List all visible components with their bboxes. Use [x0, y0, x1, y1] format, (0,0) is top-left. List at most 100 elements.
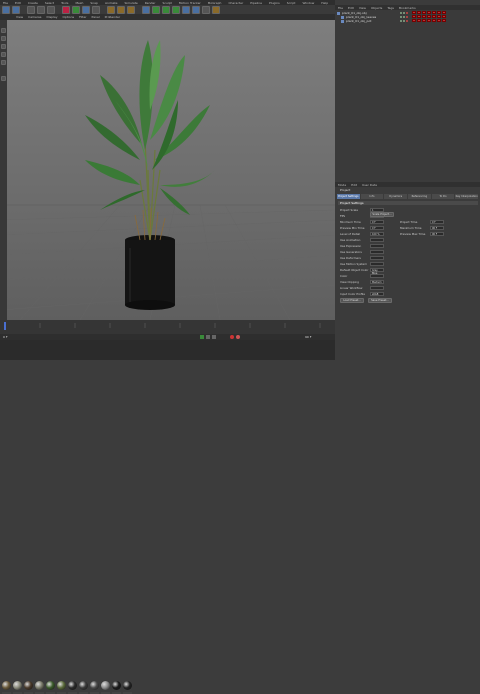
- menu-item[interactable]: Snap: [90, 1, 98, 5]
- attribute-field[interactable]: Medium: [370, 279, 384, 284]
- attribute-field[interactable]: 90 F: [430, 231, 444, 236]
- menu-item[interactable]: Window: [302, 1, 314, 5]
- tag-icon[interactable]: [412, 19, 416, 22]
- coordinate-system-icon[interactable]: [92, 5, 100, 14]
- viewport-menu-item[interactable]: View: [16, 15, 23, 19]
- attribute-field[interactable]: [370, 237, 384, 242]
- tag-icon[interactable]: [417, 11, 421, 14]
- render-picture-icon[interactable]: [117, 5, 125, 14]
- attribute-field[interactable]: [370, 261, 384, 266]
- attribute-tab[interactable]: Dynamics: [384, 194, 408, 199]
- object-manager-menu-item[interactable]: Objects: [371, 6, 382, 10]
- visibility-dot[interactable]: [403, 12, 405, 14]
- visibility-dot[interactable]: [406, 16, 408, 18]
- points-mode-icon[interactable]: [1, 44, 6, 49]
- tag-icon[interactable]: [417, 15, 421, 18]
- menu-item[interactable]: Help: [321, 1, 328, 5]
- tag-icon[interactable]: [422, 19, 426, 22]
- attribute-button[interactable]: Save Preset...: [368, 298, 392, 303]
- viewport-menu-item[interactable]: ProRender: [105, 15, 120, 19]
- cube-icon[interactable]: [142, 5, 150, 14]
- polygons-mode-icon[interactable]: [1, 60, 6, 65]
- tag-icon[interactable]: [442, 19, 446, 22]
- attribute-field[interactable]: 0 F: [370, 219, 384, 224]
- attribute-field[interactable]: 0 F: [430, 219, 444, 224]
- attribute-field[interactable]: [370, 255, 384, 260]
- move-icon[interactable]: [27, 5, 35, 14]
- attribute-field[interactable]: [370, 249, 384, 254]
- attribute-tab[interactable]: Referencing: [408, 194, 431, 199]
- menu-item[interactable]: Create: [28, 1, 38, 5]
- render-view-icon[interactable]: [107, 5, 115, 14]
- tag-icon[interactable]: [412, 11, 416, 14]
- menu-item[interactable]: Plugins: [269, 1, 280, 5]
- viewport-menu-item[interactable]: Filter: [79, 15, 86, 19]
- menu-item[interactable]: Edit: [15, 1, 21, 5]
- attribute-button[interactable]: Load Preset...: [340, 298, 364, 303]
- attribute-button[interactable]: Scale Project...: [370, 212, 394, 217]
- deformer-icon[interactable]: [182, 5, 190, 14]
- material-swatch[interactable]: [46, 681, 55, 690]
- nurbs-icon[interactable]: [162, 5, 170, 14]
- object-manager-menu-item[interactable]: Edit: [348, 6, 354, 10]
- play-icon[interactable]: [200, 335, 204, 339]
- redo-icon[interactable]: [12, 5, 20, 14]
- render-settings-icon[interactable]: [127, 5, 135, 14]
- material-swatch[interactable]: [79, 681, 88, 690]
- viewport-menu-item[interactable]: Panel: [92, 15, 100, 19]
- visibility-dot[interactable]: [406, 20, 408, 22]
- record-icon[interactable]: [230, 335, 234, 339]
- material-swatch[interactable]: [68, 681, 77, 690]
- menu-item[interactable]: File: [3, 1, 8, 5]
- menu-item[interactable]: Render: [145, 1, 156, 5]
- texture-mode-icon[interactable]: [1, 36, 6, 41]
- attribute-menu-item[interactable]: User Data: [362, 183, 377, 187]
- tag-icon[interactable]: [427, 11, 431, 14]
- tag-icon[interactable]: [437, 11, 441, 14]
- visibility-dot[interactable]: [400, 16, 402, 18]
- camera-icon[interactable]: [202, 5, 210, 14]
- tag-icon[interactable]: [442, 15, 446, 18]
- visibility-dot[interactable]: [403, 20, 405, 22]
- attribute-tab[interactable]: Info: [360, 194, 384, 199]
- visibility-dot[interactable]: [400, 12, 402, 14]
- menu-item[interactable]: Simulate: [125, 1, 138, 5]
- light-icon[interactable]: [212, 5, 220, 14]
- rotate-icon[interactable]: [47, 5, 55, 14]
- object-manager[interactable]: [335, 10, 480, 180]
- tag-icon[interactable]: [422, 11, 426, 14]
- material-swatch[interactable]: [24, 681, 33, 690]
- menu-item[interactable]: Pipeline: [250, 1, 262, 5]
- array-icon[interactable]: [172, 5, 180, 14]
- model-mode-icon[interactable]: [1, 28, 6, 33]
- attribute-field[interactable]: [370, 285, 384, 290]
- attribute-tab[interactable]: To Do: [431, 194, 455, 199]
- visibility-dot[interactable]: [406, 12, 408, 14]
- material-swatch[interactable]: [13, 681, 22, 690]
- menu-item[interactable]: Motion Tracker: [179, 1, 201, 5]
- edges-mode-icon[interactable]: [1, 52, 6, 57]
- attribute-field[interactable]: sRGB: [370, 291, 384, 296]
- attribute-field[interactable]: 90 F: [430, 225, 444, 230]
- attribute-tab[interactable]: Key Interpolation: [455, 194, 479, 199]
- next-frame-icon[interactable]: [206, 335, 210, 339]
- attribute-field[interactable]: [370, 243, 384, 248]
- material-swatch[interactable]: [35, 681, 44, 690]
- tag-icon[interactable]: [432, 11, 436, 14]
- x-axis-icon[interactable]: [62, 5, 70, 14]
- menu-item[interactable]: Script: [287, 1, 296, 5]
- timeline[interactable]: [0, 320, 335, 334]
- viewport-menu-item[interactable]: Display: [46, 15, 57, 19]
- tag-icon[interactable]: [412, 15, 416, 18]
- tag-icon[interactable]: [422, 15, 426, 18]
- material-swatch[interactable]: [57, 681, 66, 690]
- attribute-field[interactable]: 0 F: [370, 225, 384, 230]
- material-swatch[interactable]: [101, 681, 110, 690]
- attribute-menu-item[interactable]: Edit: [351, 183, 357, 187]
- attribute-field[interactable]: Gray Blue: [370, 267, 384, 275]
- object-manager-menu-item[interactable]: Bookmarks: [399, 6, 416, 10]
- attribute-field[interactable]: 100 %: [370, 231, 384, 236]
- material-swatch[interactable]: [123, 681, 132, 690]
- tag-icon[interactable]: [427, 15, 431, 18]
- menu-item[interactable]: Mesh: [75, 1, 83, 5]
